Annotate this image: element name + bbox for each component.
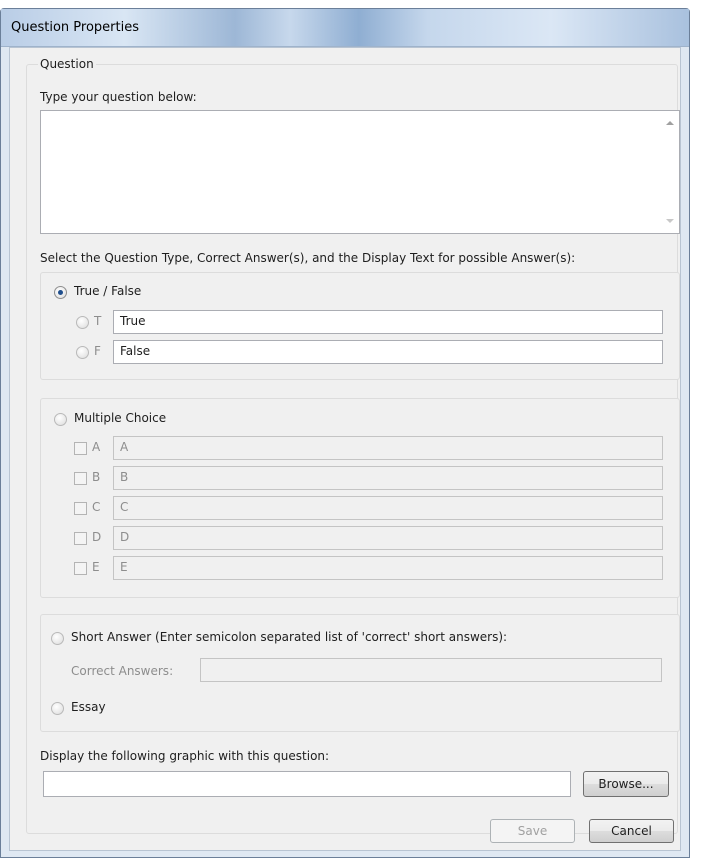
- choice-d-input[interactable]: D: [113, 526, 663, 550]
- choice-b-input[interactable]: B: [113, 466, 663, 490]
- true-false-panel: True / False T True F False: [40, 272, 680, 380]
- short-answer-label: Short Answer (Enter semicolon separated …: [71, 630, 508, 644]
- short-answer-essay-panel: Short Answer (Enter semicolon separated …: [40, 614, 680, 732]
- false-option-letter: F: [94, 344, 101, 358]
- title-bar[interactable]: Question Properties: [1, 9, 689, 47]
- true-option-radio[interactable]: [76, 316, 89, 329]
- save-button[interactable]: Save: [490, 819, 575, 843]
- true-option-letter: T: [94, 314, 102, 328]
- scroll-up-arrow-icon[interactable]: [666, 121, 674, 125]
- choice-c-input[interactable]: C: [113, 496, 663, 520]
- correct-answers-label: Correct Answers:: [71, 664, 174, 678]
- graphic-label: Display the following graphic with this …: [40, 749, 330, 763]
- question-prompt-label: Type your question below:: [40, 90, 197, 104]
- browse-button[interactable]: Browse...: [583, 771, 669, 797]
- choice-a-input[interactable]: A: [113, 436, 663, 460]
- essay-radio[interactable]: [51, 702, 64, 715]
- multiple-choice-label: Multiple Choice: [74, 411, 167, 425]
- choice-e-letter: E: [92, 560, 100, 574]
- choice-e-checkbox[interactable]: [74, 562, 87, 575]
- question-type-instruction: Select the Question Type, Correct Answer…: [40, 251, 576, 265]
- true-display-text-input[interactable]: True: [113, 310, 663, 334]
- choice-b-checkbox[interactable]: [74, 472, 87, 485]
- choice-b-letter: B: [92, 470, 101, 484]
- essay-label: Essay: [71, 700, 106, 714]
- choice-d-checkbox[interactable]: [74, 532, 87, 545]
- true-false-label: True / False: [74, 284, 142, 298]
- question-scrollbar[interactable]: [661, 111, 679, 233]
- question-textarea[interactable]: [40, 110, 680, 234]
- cancel-button[interactable]: Cancel: [589, 819, 674, 843]
- question-legend: Question: [38, 57, 96, 71]
- choice-d-letter: D: [92, 530, 102, 544]
- multiple-choice-panel: Multiple Choice A A B B C C D D E E: [40, 398, 680, 598]
- true-false-radio[interactable]: [54, 286, 67, 299]
- false-display-text-input[interactable]: False: [113, 340, 663, 364]
- choice-a-checkbox[interactable]: [74, 442, 87, 455]
- choice-e-input[interactable]: E: [113, 556, 663, 580]
- graphic-path-input[interactable]: [43, 771, 571, 797]
- multiple-choice-radio[interactable]: [54, 413, 67, 426]
- choice-a-letter: A: [92, 440, 101, 454]
- short-answer-radio[interactable]: [51, 632, 64, 645]
- scroll-down-arrow-icon[interactable]: [666, 219, 674, 223]
- correct-answers-input[interactable]: [200, 658, 662, 682]
- question-properties-dialog: Question Properties Question Type your q…: [0, 8, 690, 858]
- choice-c-checkbox[interactable]: [74, 502, 87, 515]
- window-title: Question Properties: [11, 20, 139, 35]
- choice-c-letter: C: [92, 500, 101, 514]
- false-option-radio[interactable]: [76, 346, 89, 359]
- dialog-client-area: Question Type your question below: Selec…: [9, 47, 681, 851]
